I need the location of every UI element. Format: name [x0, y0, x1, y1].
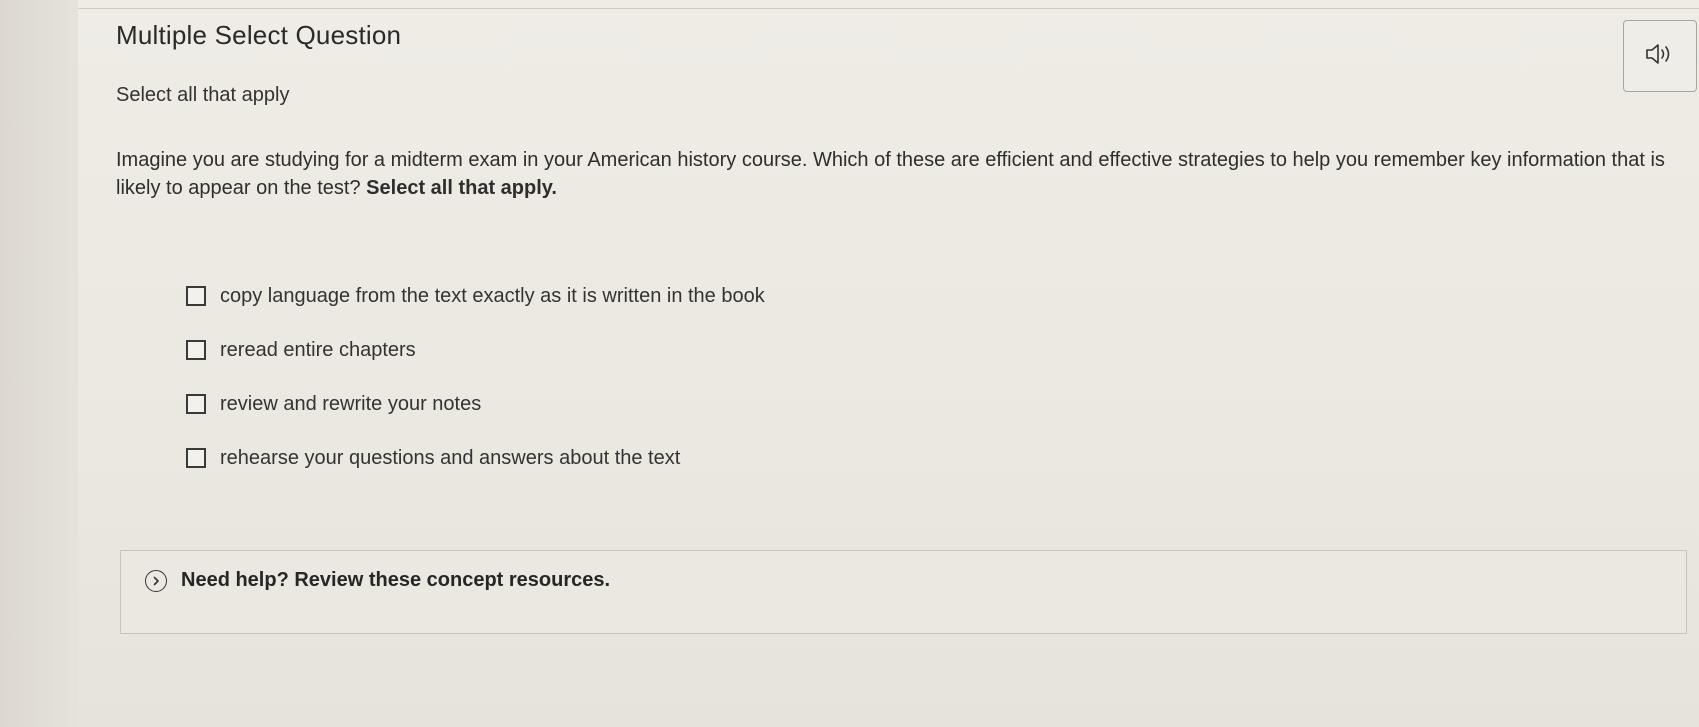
answer-option[interactable]: review and rewrite your notes — [186, 390, 765, 418]
answer-checkbox[interactable] — [186, 340, 206, 360]
read-aloud-button[interactable] — [1623, 20, 1697, 92]
answer-checkbox[interactable] — [186, 394, 206, 414]
help-resources-label: Need help? Review these concept resource… — [181, 569, 611, 591]
question-type-heading: Multiple Select Question — [116, 20, 402, 50]
help-resources-panel: Need help? Review these concept resource… — [120, 550, 1687, 634]
answer-options: copy language from the text exactly as i… — [186, 282, 765, 498]
instruction-text: Select all that apply — [116, 84, 290, 106]
question-prompt: Imagine you are studying for a midterm e… — [116, 146, 1676, 202]
top-divider — [78, 8, 1699, 9]
answer-option-label: rehearse your questions and answers abou… — [220, 446, 681, 469]
answer-checkbox[interactable] — [186, 286, 206, 306]
answer-option-label: review and rewrite your notes — [220, 392, 482, 415]
chevron-right-circle-icon — [145, 569, 167, 592]
help-resources-link[interactable]: Need help? Review these concept resource… — [145, 569, 610, 592]
speaker-icon — [1645, 43, 1675, 70]
answer-option[interactable]: reread entire chapters — [186, 336, 765, 364]
answer-checkbox[interactable] — [186, 448, 206, 468]
answer-option-label: reread entire chapters — [220, 338, 416, 361]
answer-option-label: copy language from the text exactly as i… — [220, 284, 765, 307]
answer-option[interactable]: rehearse your questions and answers abou… — [186, 444, 765, 472]
answer-option[interactable]: copy language from the text exactly as i… — [186, 282, 765, 310]
prompt-emphasis: Select all that apply. — [366, 177, 557, 199]
prompt-text: Imagine you are studying for a midterm e… — [116, 149, 1665, 199]
